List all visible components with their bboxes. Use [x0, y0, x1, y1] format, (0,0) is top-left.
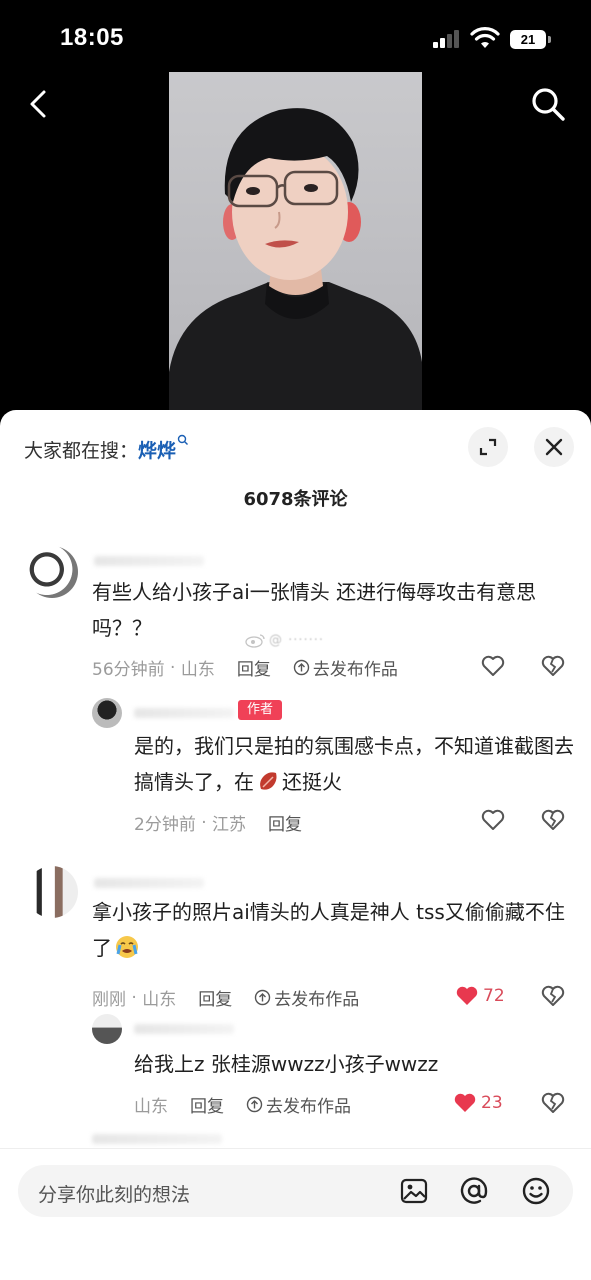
like-count: 23	[481, 1093, 503, 1113]
battery-indicator: 21	[510, 30, 551, 49]
comment-text: 有些人给小孩子ai一张情头 还进行侮辱攻击有意思吗？？	[92, 580, 537, 640]
weibo-logo-icon	[245, 634, 265, 648]
post-photo[interactable]	[169, 72, 422, 417]
comment-text: 是的，我们只是拍的氛围感卡点，不知道谁截图去搞情头了，在 还挺火	[134, 734, 574, 794]
like-button[interactable]: 72	[454, 984, 505, 1008]
upload-icon	[293, 659, 310, 676]
reply-button[interactable]: 回复	[237, 655, 271, 680]
image-icon[interactable]	[398, 1175, 430, 1207]
avatar[interactable]	[26, 866, 78, 918]
reply-button[interactable]: 回复	[190, 1092, 224, 1117]
comment-text: 给我上z 张桂源wwzz小孩子wwzz	[134, 1052, 439, 1076]
username-redacted	[134, 1024, 234, 1034]
heart-icon[interactable]	[480, 808, 506, 832]
crying-emoji-icon	[116, 936, 138, 958]
username-redacted	[134, 708, 234, 718]
avatar[interactable]	[92, 698, 122, 728]
comment-time: 刚刚	[92, 990, 126, 1010]
like-button[interactable]: 23	[452, 1091, 503, 1115]
username-redacted	[94, 556, 204, 566]
comment-time: 2分钟前	[134, 815, 196, 835]
username-redacted	[94, 878, 204, 888]
upload-icon	[255, 989, 271, 1006]
comment-meta: 刚刚 · 山东 回复 去发布作品	[92, 985, 359, 1011]
expand-icon[interactable]	[468, 427, 508, 467]
broken-heart-icon[interactable]	[540, 808, 566, 832]
trending-search-label: 大家都在搜：	[24, 440, 139, 462]
comment-count: 6078条评论	[243, 489, 348, 510]
broken-heart-icon[interactable]	[540, 1091, 566, 1115]
comment-time: 56分钟前	[92, 660, 165, 680]
fire-icon	[260, 772, 277, 790]
at-icon[interactable]	[458, 1175, 490, 1207]
trending-search-keyword[interactable]: 烨烨	[138, 440, 176, 462]
comment-meta: 山东 回复 去发布作品	[134, 1092, 351, 1117]
author-badge: 作者	[238, 700, 282, 720]
publish-work-label: 去发布作品	[274, 990, 360, 1010]
reply-button[interactable]: 回复	[268, 810, 302, 835]
avatar[interactable]	[26, 546, 78, 598]
search-icon	[177, 434, 189, 445]
comment-input-placeholder[interactable]: 分享你此刻的想法	[38, 1180, 190, 1207]
comment-meta: 56分钟前 · 山东 回复 去发布作品	[92, 655, 398, 681]
publish-work-button[interactable]: 去发布作品	[254, 985, 359, 1010]
divider	[0, 1148, 591, 1149]
heart-icon[interactable]	[480, 654, 506, 678]
avatar[interactable]	[92, 1014, 122, 1044]
publish-work-label: 去发布作品	[312, 660, 398, 680]
comment-meta: 2分钟前 · 江苏 回复	[134, 810, 302, 836]
publish-work-button[interactable]: 去发布作品	[293, 655, 398, 680]
watermark: @ ·······	[245, 632, 324, 648]
status-bar: 18:05 21	[0, 0, 591, 72]
search-icon[interactable]	[528, 84, 568, 124]
like-count: 72	[483, 986, 505, 1006]
comment-location: 江苏	[212, 815, 247, 835]
wifi-icon	[470, 27, 500, 48]
status-time: 18:05	[60, 24, 124, 51]
trending-search[interactable]: 大家都在搜：烨烨	[24, 434, 189, 463]
heart-filled-icon	[456, 986, 478, 1005]
comment-input-bar[interactable]: 分享你此刻的想法	[18, 1165, 573, 1217]
partial-comment	[92, 1134, 222, 1144]
close-icon[interactable]	[534, 427, 574, 467]
chevron-left-icon[interactable]	[22, 86, 58, 122]
broken-heart-icon[interactable]	[540, 654, 566, 678]
upload-icon	[246, 1096, 263, 1113]
reply-button[interactable]: 回复	[198, 985, 232, 1010]
heart-filled-icon	[454, 1093, 476, 1112]
publish-work-button[interactable]: 去发布作品	[246, 1092, 351, 1117]
emoji-icon[interactable]	[520, 1175, 552, 1207]
comment-location: 山东	[134, 1097, 168, 1117]
comment-location: 山东	[142, 990, 177, 1010]
comment-text: 拿小孩子的照片ai情头的人真是神人 tss又偷偷藏不住了	[92, 900, 565, 960]
publish-work-label: 去发布作品	[266, 1097, 351, 1117]
broken-heart-icon[interactable]	[540, 984, 566, 1008]
comment-location: 山东	[180, 660, 215, 680]
portrait-image	[169, 108, 422, 417]
signal-icon	[433, 30, 463, 48]
comments-sheet: 大家都在搜：烨烨 6078条评论 有些人给小孩子ai一张情头 还进行侮辱攻击有意…	[0, 410, 591, 1280]
